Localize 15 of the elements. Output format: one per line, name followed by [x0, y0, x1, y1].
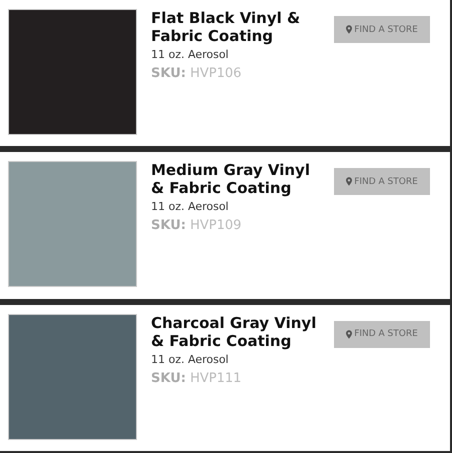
find-store-button[interactable]: FIND A STORE	[334, 16, 430, 43]
product-title: Flat Black Vinyl & Fabric Coating	[151, 9, 302, 45]
find-store-button[interactable]: FIND A STORE	[334, 168, 430, 196]
product-title: Charcoal Gray Vinyl & Fabric Coating	[151, 314, 318, 350]
product-title: Medium Gray Vinyl & Fabric Coating	[151, 161, 311, 198]
product-size: 11 oz. Aerosol	[151, 352, 230, 366]
product-sku: SKU: HVP109	[151, 218, 242, 234]
product-sku: SKU: HVP111	[151, 370, 242, 386]
location-pin-icon	[346, 330, 352, 339]
product-sku: SKU: HVP106	[151, 66, 242, 81]
location-pin-icon	[346, 25, 352, 34]
location-pin-icon	[346, 177, 352, 186]
product-size: 11 oz. Aerosol	[151, 200, 230, 214]
product-size: 11 oz. Aerosol	[151, 48, 230, 61]
find-store-button[interactable]: FIND A STORE	[334, 320, 430, 348]
